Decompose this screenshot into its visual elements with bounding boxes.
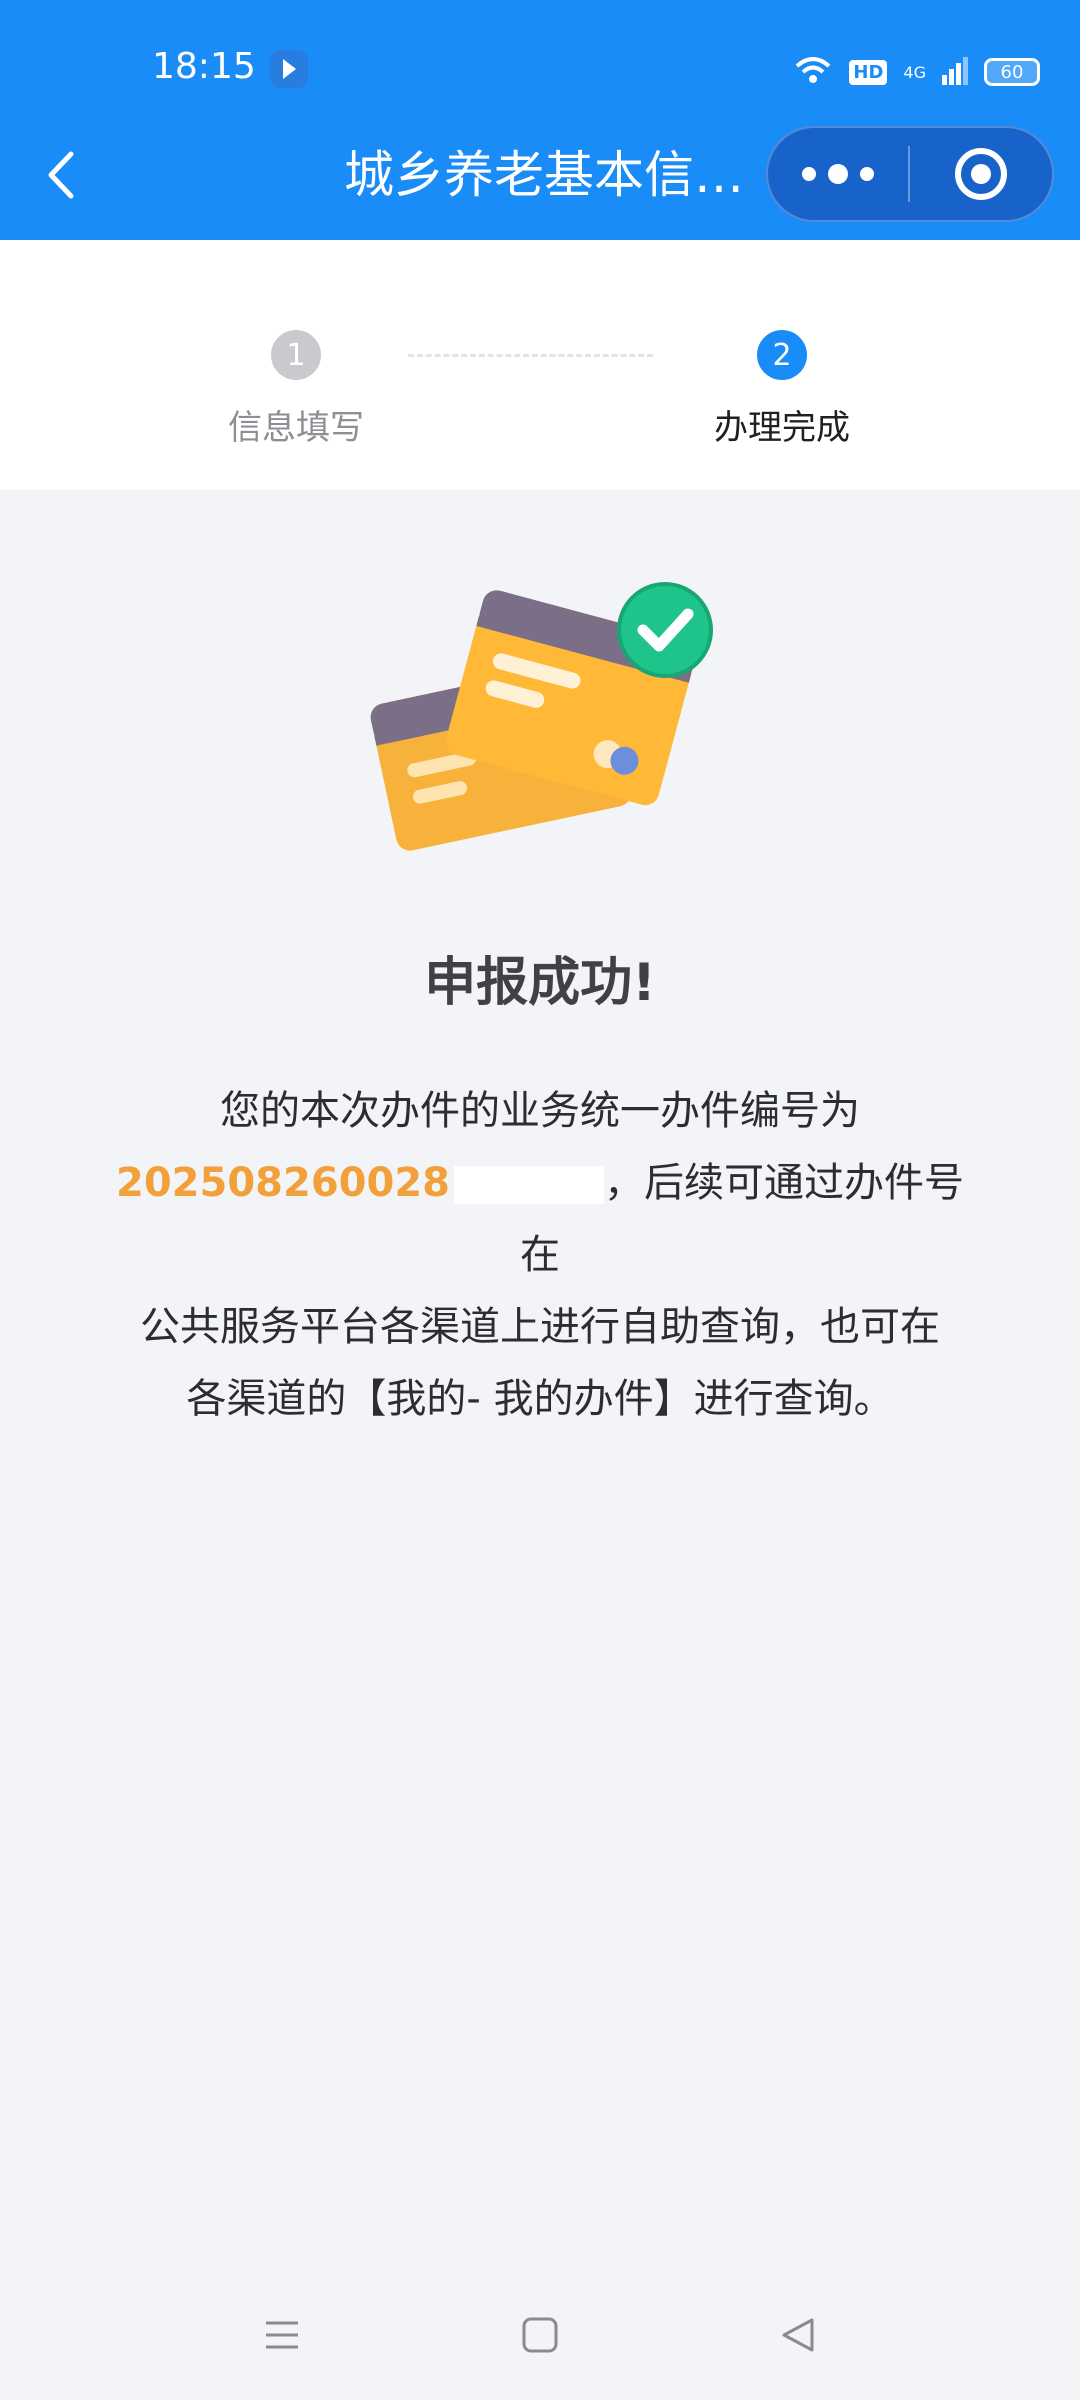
hd-badge: HD [849,59,888,85]
more-dots-icon-right [860,167,874,181]
desc-line-2: 202508260028 ，后续可通过办件号在 [100,1147,980,1291]
page-title: 城乡养老基本信… [344,146,744,204]
more-dots-icon-center [828,164,848,184]
result-description: 您的本次办件的业务统一办件编号为 202508260028 ，后续可通过办件号在 … [100,1075,980,1435]
app-notification-icon [270,50,308,88]
chevron-left-icon [48,151,74,199]
step-2-label: 办理完成 [714,408,850,448]
square-home-icon [522,2317,558,2353]
back-nav-button[interactable] [773,2310,823,2360]
id-card-check-icon [370,582,713,851]
wifi-icon [793,54,833,90]
desc-line-4: 各渠道的【我的- 我的办件】进行查询。 [186,1376,894,1422]
home-button[interactable] [515,2310,565,2360]
step-2-circle: 2 [757,330,807,380]
battery-indicator: 60 [984,58,1040,86]
top-header: 18:15 HD 4G 60 城乡养老基本信… [0,0,1080,240]
menu-button[interactable] [257,2310,307,2360]
desc-line-1: 您的本次办件的业务统一办件编号为 [220,1088,860,1134]
step-1-circle: 1 [271,330,321,380]
status-time: 18:15 [152,46,256,87]
close-miniapp-button[interactable] [910,128,1052,220]
triangle-back-icon [782,2318,814,2352]
success-illustration [360,560,720,880]
desc-line-3: 公共服务平台各渠道上进行自助查询，也可在 [140,1304,940,1350]
back-button[interactable] [30,140,90,210]
system-navigation-bar [0,2290,1080,2380]
success-title: 申报成功! [424,953,656,1013]
status-icons: HD 4G 60 [793,52,1040,92]
redaction-mask [453,1166,604,1204]
step-connector [408,354,653,357]
network-type: 4G [903,62,926,82]
order-number: 202508260028 [116,1160,450,1206]
signal-icon [942,55,968,89]
menu-icon [266,2321,298,2349]
step-1-label: 信息填写 [228,408,364,448]
target-close-icon [955,148,1007,200]
more-button[interactable] [768,128,908,220]
more-dots-icon [802,167,816,181]
progress-steps: 1 信息填写 2 办理完成 [0,240,1080,490]
miniapp-capsule [766,126,1054,222]
